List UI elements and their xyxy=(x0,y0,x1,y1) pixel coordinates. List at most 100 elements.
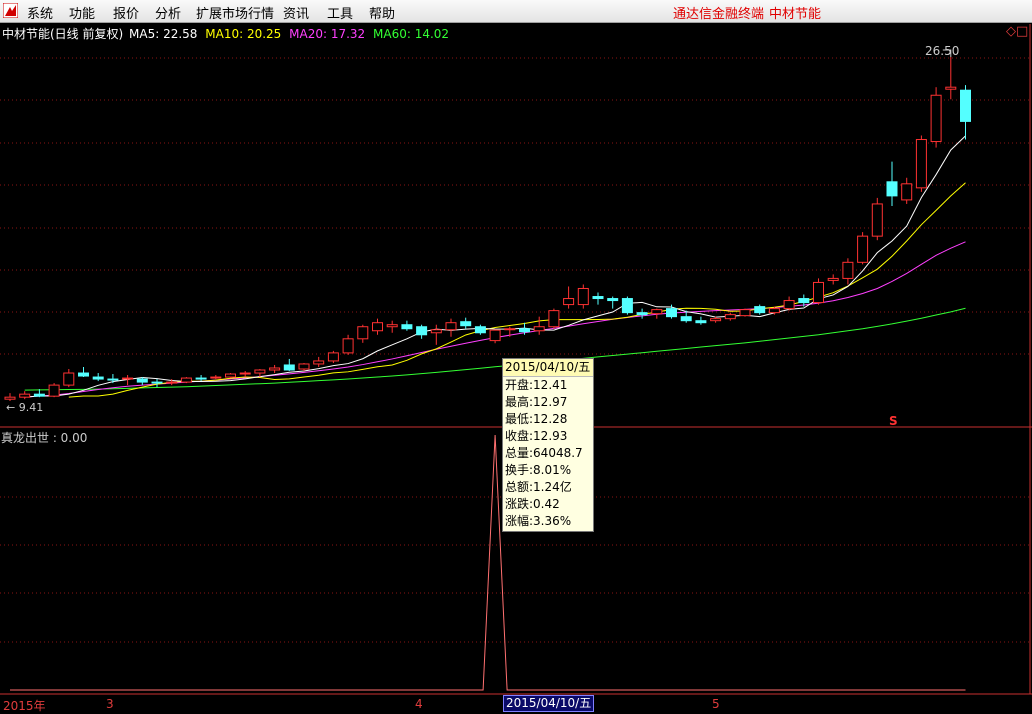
candle-up xyxy=(813,281,824,304)
candle-down xyxy=(401,324,413,330)
candle-down xyxy=(416,326,428,336)
ma5-path xyxy=(24,135,966,398)
candle-up xyxy=(577,287,589,306)
candle-up xyxy=(4,396,16,400)
close-icon[interactable]: □ xyxy=(1016,24,1028,39)
ma60-label: MA60: 14.02 xyxy=(373,27,450,41)
candle-up xyxy=(210,376,222,379)
date-label-may: 5 xyxy=(712,697,720,711)
ma20-path xyxy=(24,241,966,398)
candle-down xyxy=(621,298,633,314)
sell-signal-marker: S xyxy=(889,414,898,428)
candle-down xyxy=(195,377,207,380)
candle-down xyxy=(283,364,295,371)
candle-up xyxy=(857,235,869,263)
candle-down xyxy=(592,296,604,300)
stock-name-title: 中材节能 xyxy=(769,7,822,22)
candle-up xyxy=(48,384,60,397)
chart-header: 中材节能(日线 前复权) MA5: 22.58 MA10: 20.25 MA20… xyxy=(2,25,449,42)
candle-up xyxy=(915,139,927,189)
candle-up xyxy=(768,308,780,314)
candle-up xyxy=(166,381,178,384)
high-price-marker: 26.50 xyxy=(925,44,960,58)
low-price-marker: ← 9.41 xyxy=(6,401,44,414)
indicator-line xyxy=(10,434,966,691)
candle-down xyxy=(107,378,119,381)
tooltip-close: 收盘:12.93 xyxy=(505,429,568,443)
candle-up xyxy=(180,377,192,383)
candle-down xyxy=(78,372,89,377)
candle-up xyxy=(710,318,722,322)
candle-down xyxy=(460,321,472,327)
candle-info-tooltip: 2015/04/10/五 开盘:12.41 最高:12.97 最低:12.28 … xyxy=(502,358,594,532)
candle-down xyxy=(607,298,619,302)
candle-down xyxy=(798,298,810,304)
menu-function[interactable]: 功能 xyxy=(69,3,95,22)
candle-up xyxy=(871,203,883,237)
candle-up xyxy=(357,326,369,340)
ma60-line xyxy=(24,307,966,391)
candle-down xyxy=(680,316,692,322)
ma20-label: MA20: 17.32 xyxy=(289,27,366,41)
tooltip-volume: 总量:64048.7 xyxy=(505,446,583,460)
date-label-year: 2015年 xyxy=(3,699,46,713)
ma20-line xyxy=(24,241,966,398)
app-title: 通达信金融终端 xyxy=(673,7,765,22)
tooltip-date: 2015/04/10/五 xyxy=(503,359,593,377)
app-logo-icon xyxy=(3,3,18,18)
menu-quote[interactable]: 报价 xyxy=(113,3,139,22)
candle-down xyxy=(636,312,648,316)
candle-up xyxy=(342,338,354,354)
candle-up xyxy=(827,277,839,281)
candle-up xyxy=(372,322,383,332)
candle-up xyxy=(269,367,281,371)
candle-up xyxy=(504,328,516,331)
candle-down xyxy=(666,308,677,318)
diamond-icon[interactable]: ◇ xyxy=(1006,24,1016,39)
candle-up xyxy=(254,369,266,374)
date-label-april: 4 xyxy=(415,697,423,711)
menu-news[interactable]: 资讯 xyxy=(283,3,309,22)
candle-up xyxy=(563,298,575,306)
candle-up xyxy=(327,352,339,362)
tooltip-low: 最低:12.28 xyxy=(505,412,568,426)
ma5-line xyxy=(24,135,966,398)
candle-up xyxy=(901,183,913,201)
menu-system[interactable]: 系统 xyxy=(27,3,53,22)
candle-down xyxy=(474,326,486,334)
tooltip-open: 开盘:12.41 xyxy=(505,378,568,392)
candle-up xyxy=(122,377,134,380)
candle-up xyxy=(239,372,251,375)
menu-tools[interactable]: 工具 xyxy=(327,3,353,22)
stock-title: 中材节能(日线 前复权) xyxy=(2,27,124,41)
tooltip-high: 最高:12.97 xyxy=(505,395,568,409)
candle-up xyxy=(445,322,457,331)
menu-extended-market[interactable]: 扩展市场行情 xyxy=(196,3,274,22)
candle-up xyxy=(930,94,942,143)
candle-up xyxy=(842,261,854,279)
candle-down xyxy=(695,320,707,324)
candle-up xyxy=(313,360,325,365)
candle-down xyxy=(519,328,530,333)
indicator-label: 真龙出世 : 0.00 xyxy=(1,431,88,445)
candle-down xyxy=(754,306,766,314)
candle-up xyxy=(489,329,501,342)
tooltip-change-pct: 涨幅:3.36% xyxy=(505,514,572,528)
menu-help[interactable]: 帮助 xyxy=(369,3,395,22)
candle-down xyxy=(33,393,45,397)
date-label-march: 3 xyxy=(106,697,114,711)
candle-down xyxy=(960,89,971,122)
indicator-path xyxy=(10,434,966,691)
low-price-value: 9.41 xyxy=(18,401,44,414)
candle-down xyxy=(151,381,163,384)
candle-up xyxy=(783,300,795,310)
candle-up xyxy=(945,86,957,90)
ma5-label: MA5: 22.58 xyxy=(129,27,198,41)
candle-up xyxy=(430,329,442,334)
candle-up xyxy=(724,314,736,320)
candle-down xyxy=(886,181,898,197)
ma10-label: MA10: 20.25 xyxy=(205,27,282,41)
tooltip-turnover: 换手:8.01% xyxy=(505,463,572,477)
menu-analysis[interactable]: 分析 xyxy=(155,3,181,22)
menu-bar: 系统 功能 报价 分析 扩展市场行情 资讯 工具 帮助 通达信金融终端 中材节能 xyxy=(0,0,1032,23)
